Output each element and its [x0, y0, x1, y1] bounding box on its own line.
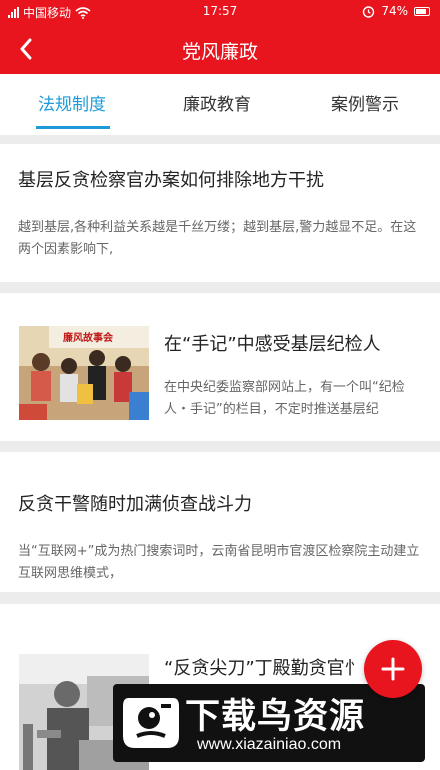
- article-title: 反贪干警随时加满侦查战斗力: [18, 494, 252, 515]
- tab-case-warnings[interactable]: 案例警示: [331, 90, 399, 115]
- article-card[interactable]: 反贪干警随时加满侦查战斗力 当“互联网+”成为热门搜索词时，云南省昆明市官渡区检…: [0, 452, 440, 592]
- tab-education[interactable]: 廉政教育: [183, 90, 251, 115]
- page-title: 党风廉政: [181, 41, 258, 63]
- watermark-logo-icon: [123, 698, 179, 748]
- article-summary: 当“互联网+”成为热门搜索词时，云南省昆明市官渡区检察院主动建立互联网思维模式，: [18, 544, 420, 581]
- plus-icon: [381, 657, 405, 681]
- app-header: 党风廉政: [0, 24, 440, 74]
- tab-regulations[interactable]: 法规制度: [38, 90, 106, 115]
- article-title: 在“手记”中感受基层纪检人: [164, 334, 381, 355]
- thumbnail-banner-text: 廉风故事会: [63, 333, 113, 344]
- article-title: “反贪尖刀”丁殿勤贪官忄: [164, 658, 363, 679]
- article-summary: 在中央纪委监察部网站上，有一个叫“纪检人・手记”的栏目，不定时推送基层纪: [164, 380, 405, 417]
- alarm-icon: [363, 5, 375, 18]
- watermark: 下载鸟资源 www.xiazainiao.com: [113, 684, 425, 762]
- article-card[interactable]: 基层反贪检察官办案如何排除地方干扰 越到基层,各种利益关系越是千丝万缕；越到基层…: [0, 144, 440, 282]
- article-thumbnail: 廉风故事会: [19, 326, 149, 420]
- battery-percent: 74%: [381, 4, 408, 18]
- battery-icon: [414, 6, 430, 16]
- add-button[interactable]: [364, 640, 422, 698]
- active-tab-indicator: [36, 126, 110, 129]
- article-title: 基层反贪检察官办案如何排除地方干扰: [18, 170, 324, 191]
- status-right: 74%: [362, 4, 430, 18]
- status-bar: 中国移动 17:57 74%: [0, 0, 440, 24]
- article-card[interactable]: 廉风故事会 在“手记”中感受基层纪检人 在中央纪委监察部网站上，有一个叫“纪检人…: [0, 293, 440, 441]
- article-summary: 越到基层,各种利益关系越是千丝万缕；越到基层,警力越显不足。在这两个因素影响下,: [18, 220, 417, 257]
- watermark-url: www.xiazainiao.com: [197, 736, 342, 753]
- watermark-text: 下载鸟资源: [185, 697, 366, 737]
- tab-bar: 法规制度 廉政教育 案例警示: [0, 74, 440, 135]
